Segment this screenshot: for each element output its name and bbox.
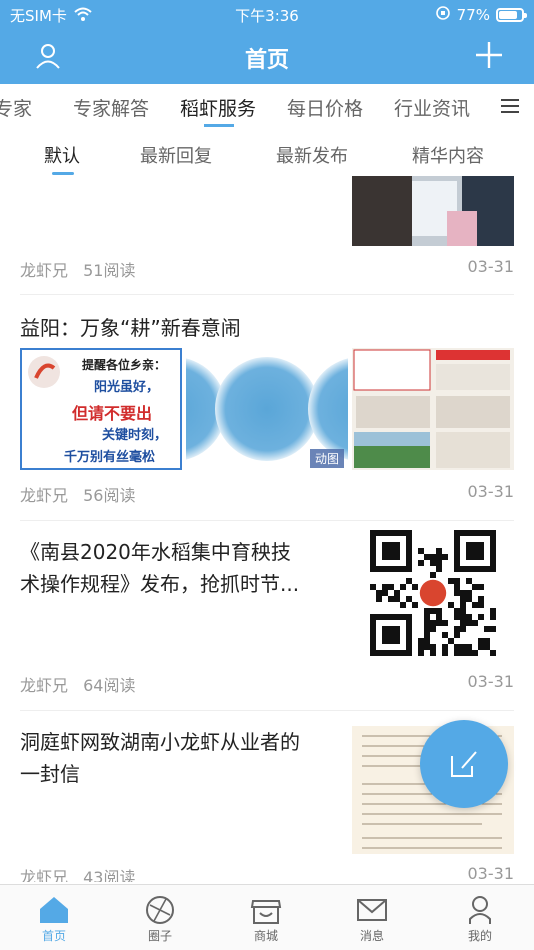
divider — [20, 294, 514, 295]
store-icon — [250, 900, 282, 924]
app-header: 无SIM卡 下午3:36 77% 首页 — [0, 0, 534, 84]
feed-item-1-date: 03-31 — [467, 482, 515, 501]
battery-icon — [496, 8, 527, 22]
circle-icon — [146, 896, 174, 924]
subtab-latest-post[interactable]: 最新发布 — [276, 142, 348, 168]
feed-item-1-image-1[interactable]: 提醒各位乡亲： 阳光虽好， 但请不要出 关键时刻， 千万别有丝毫松 — [20, 348, 182, 470]
feed-item-3-reads: 43阅读 — [83, 868, 136, 882]
orientation-lock-icon — [435, 5, 451, 25]
feed-item-0-meta: 龙虾兄 51阅读 03-31 — [20, 257, 514, 281]
profile-icon — [469, 896, 491, 924]
home-icon — [40, 897, 68, 923]
feed-item-1-author: 龙虾兄 — [20, 486, 69, 505]
divider — [20, 520, 514, 521]
menu-icon[interactable] — [500, 98, 520, 114]
category-active-indicator — [204, 124, 234, 127]
tab-expert-answer[interactable]: 专家解答 — [73, 94, 149, 121]
tab-daily-price[interactable]: 每日价格 — [287, 94, 363, 121]
feed-item-0-reads: 51阅读 — [83, 261, 136, 280]
subtab-latest-reply[interactable]: 最新回复 — [140, 142, 212, 168]
tabbar-circle-label: 圈子 — [147, 929, 172, 943]
tabbar-messages[interactable]: 消息 — [342, 885, 402, 950]
feed-item-2-reads: 64阅读 — [83, 676, 136, 695]
feed-item-2-date: 03-31 — [467, 672, 515, 691]
mail-icon — [357, 899, 387, 921]
tabbar-profile-label: 我的 — [467, 929, 492, 943]
bottom-tab-bar: 首页 圈子 商城 消息 我的 — [0, 884, 534, 950]
feed-item-0-image[interactable] — [352, 176, 514, 246]
tab-industry-news[interactable]: 行业资讯 — [394, 94, 470, 121]
feed-item-1-meta: 龙虾兄 56阅读 03-31 — [20, 482, 514, 506]
tabbar-home-label: 首页 — [41, 929, 66, 943]
sub-tabs: 默认 最新回复 最新发布 精华内容 — [0, 130, 534, 176]
feed-item-2-title[interactable]: 《南县2020年水稻集中育秧技 术操作规程》发布，抢抓时节... — [20, 536, 340, 600]
feed-item-2-title-line-2: 术操作规程》发布，抢抓时节... — [20, 572, 300, 596]
edit-icon — [451, 751, 477, 777]
poster-line-1: 阳光虽好， — [94, 380, 160, 395]
feed-item-2-author: 龙虾兄 — [20, 676, 69, 695]
feed-item-2-meta: 龙虾兄 64阅读 03-31 — [20, 672, 514, 696]
tabbar-home[interactable]: 首页 — [24, 885, 84, 950]
feed-item-3-title-line-1: 洞庭虾网致湖南小龙虾从业者的 — [20, 730, 300, 754]
compose-button[interactable] — [420, 720, 508, 808]
shrimp-logo-icon — [28, 356, 60, 388]
feed-item-3-date: 03-31 — [467, 864, 515, 882]
feed-item-0-date: 03-31 — [467, 257, 515, 276]
subtab-featured[interactable]: 精华内容 — [412, 142, 484, 168]
battery-percent: 77% — [456, 6, 490, 24]
feed-item-3-title-line-2: 一封信 — [20, 762, 80, 786]
tabbar-messages-label: 消息 — [359, 929, 384, 943]
tabbar-store-label: 商城 — [253, 929, 278, 943]
poster-line-3: 关键时刻， — [102, 428, 168, 443]
divider — [20, 710, 514, 711]
poster-line-2: 但请不要出 — [72, 404, 153, 423]
tabbar-store[interactable]: 商城 — [236, 885, 296, 950]
feed-item-3-title[interactable]: 洞庭虾网致湖南小龙虾从业者的 一封信 — [20, 726, 350, 790]
feed-item-1-title[interactable]: 益阳：万象“耕”新春意闹 — [20, 312, 241, 344]
subtab-default[interactable]: 默认 — [44, 142, 80, 168]
subtab-active-indicator — [52, 172, 74, 175]
feed-item-2-qr-image[interactable] — [352, 528, 514, 658]
tabbar-circle[interactable]: 圈子 — [130, 885, 190, 950]
plus-icon[interactable] — [474, 40, 504, 70]
tab-rice-shrimp[interactable]: 稻虾服务 — [180, 94, 256, 121]
poster-title: 提醒各位乡亲： — [82, 358, 167, 372]
nav-bar: 首页 — [0, 30, 534, 84]
page-title: 首页 — [244, 48, 289, 73]
tabbar-profile[interactable]: 我的 — [450, 885, 510, 950]
feed-item-1-reads: 56阅读 — [83, 486, 136, 505]
gif-badge: 动图 — [309, 449, 344, 468]
feed-item-0-author: 龙虾兄 — [20, 261, 69, 280]
feed-item-1-image-2[interactable]: 动图 — [186, 348, 348, 470]
tab-expert[interactable]: 专家 — [0, 94, 32, 121]
feed-item-1-image-3[interactable] — [352, 348, 514, 470]
category-tabs: 专家 专家解答 稻虾服务 每日价格 行业资讯 — [0, 84, 534, 128]
feed-item-3-author: 龙虾兄 — [20, 868, 69, 882]
feed-item-3-meta: 龙虾兄 43阅读 03-31 — [20, 864, 514, 882]
poster-line-4: 千万别有丝毫松 — [64, 450, 156, 465]
status-bar: 无SIM卡 下午3:36 77% — [0, 0, 534, 30]
feed-item-2-title-line-1: 《南县2020年水稻集中育秧技 — [20, 540, 291, 564]
